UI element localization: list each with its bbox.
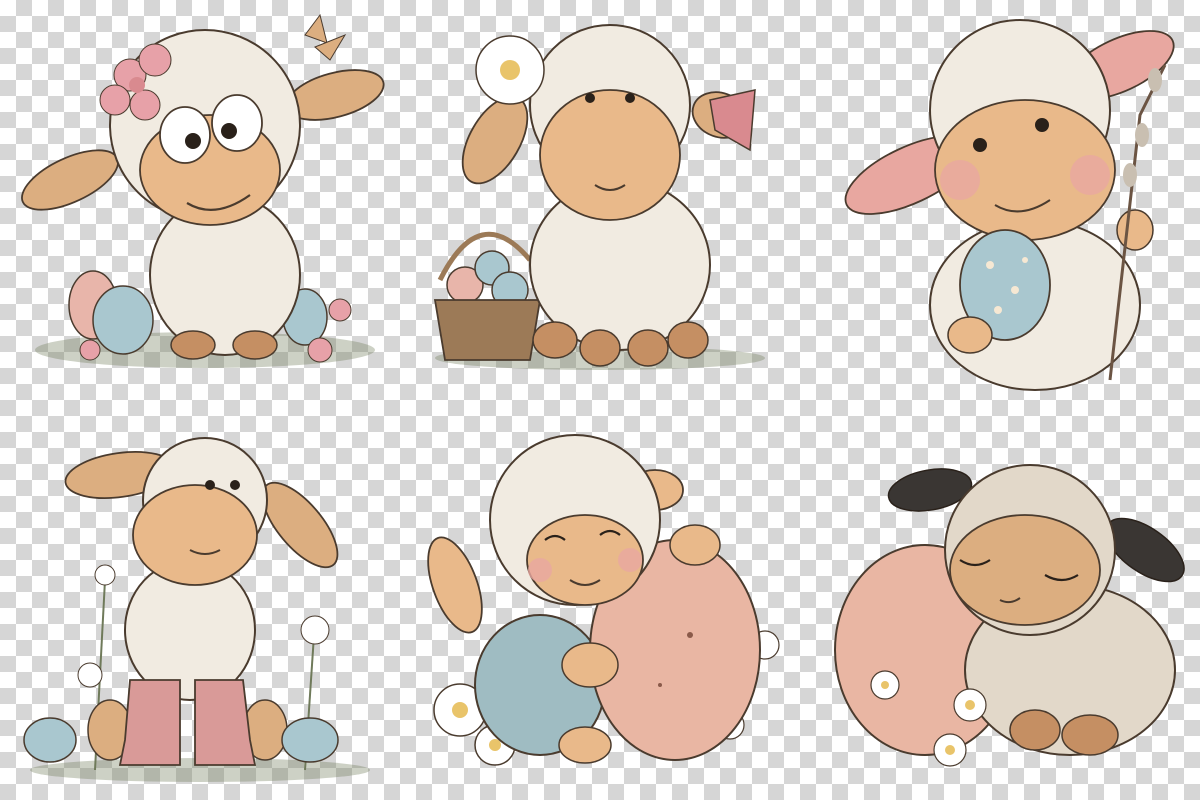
butterfly-icon xyxy=(304,13,347,61)
pink-bow-icon xyxy=(709,89,756,152)
flower-icon xyxy=(307,337,333,363)
lamb-pink-flower xyxy=(15,5,385,375)
egg-blue xyxy=(23,717,77,763)
egg-basket xyxy=(433,231,542,361)
lamb-daisy-basket xyxy=(420,10,780,370)
daisy-icon xyxy=(475,35,545,105)
lamb-face xyxy=(132,484,258,586)
lamb-holding-egg xyxy=(820,5,1190,391)
lamb-hugging-egg xyxy=(420,420,800,790)
illustration-canvas xyxy=(0,0,1200,800)
lamb-sleeping-egg xyxy=(830,440,1190,780)
egg-blue xyxy=(92,285,154,355)
flower-icon xyxy=(79,339,101,361)
egg-blue xyxy=(281,717,339,763)
lamb-face xyxy=(539,89,681,221)
flower-icon xyxy=(328,298,352,322)
lamb-in-boots xyxy=(15,430,385,790)
lamb-face xyxy=(949,514,1101,626)
